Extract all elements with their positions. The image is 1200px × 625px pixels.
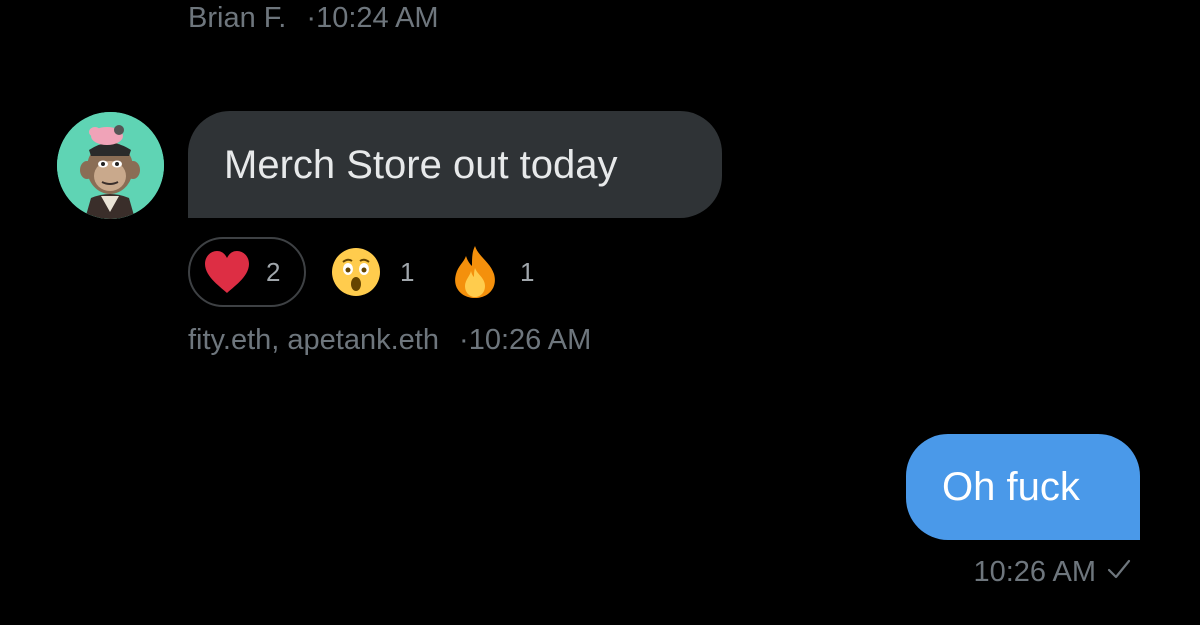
reaction-fire[interactable]: 1 [450, 237, 534, 307]
checkmark-icon [1106, 552, 1132, 592]
meta-separator: · [459, 324, 469, 356]
heart-emoji-icon [205, 251, 249, 293]
sender-name: Brian F. [188, 2, 287, 34]
message-meta-incoming: fity.eth, apetank.eth ·10:26 AM [188, 320, 591, 360]
dm-conversation: Brian F. ·10:24 AM Merch Store out today… [0, 0, 1200, 625]
message-meta-top: Brian F. ·10:24 AM [188, 0, 439, 38]
outgoing-message-text: Oh fuck [942, 465, 1080, 509]
reaction-heart[interactable]: 2 [188, 237, 306, 307]
message-time: 10:26 AM [973, 556, 1096, 588]
incoming-message-bubble[interactable]: Merch Store out today [188, 111, 722, 218]
meta-separator: · [306, 2, 317, 34]
outgoing-message-bubble[interactable]: Oh fuck [906, 434, 1140, 540]
reaction-fire-count: 1 [520, 256, 535, 287]
fire-emoji-icon [455, 246, 495, 298]
message-meta-outgoing: 10:26 AM [973, 552, 1132, 592]
incoming-message-text: Merch Store out today [224, 143, 618, 187]
reaction-astonished-count: 1 [400, 256, 415, 287]
reaction-heart-count: 2 [266, 256, 281, 287]
reactors-names: fity.eth, apetank.eth [188, 324, 439, 356]
astonished-face-emoji-icon [332, 248, 380, 296]
ape-avatar-image [57, 112, 164, 219]
message-time: 10:24 AM [316, 2, 439, 34]
message-time: 10:26 AM [468, 324, 592, 356]
reaction-astonished[interactable]: 1 [330, 237, 414, 307]
avatar[interactable] [57, 112, 164, 219]
